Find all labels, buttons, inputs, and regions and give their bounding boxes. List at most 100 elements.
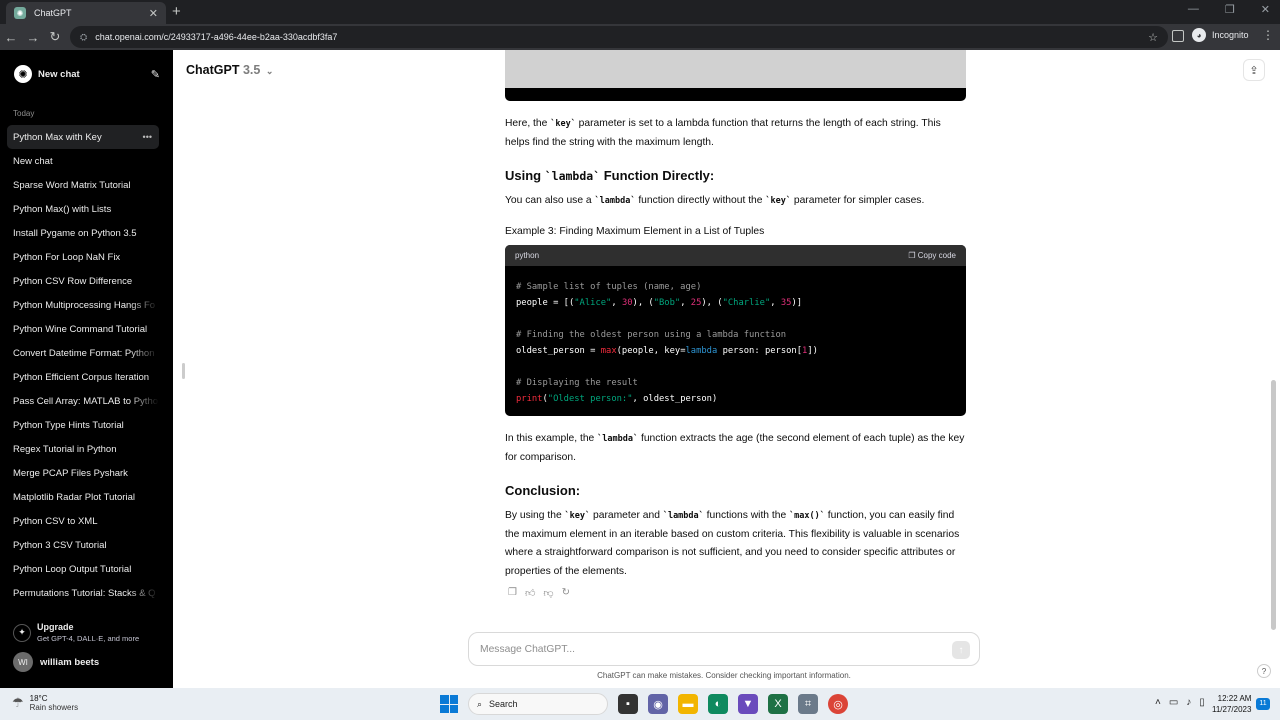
sidebar-item[interactable]: Python Efficient Corpus Iteration: [7, 365, 159, 389]
sidebar-item[interactable]: Python CSV to XML: [7, 509, 159, 533]
teams-chat-icon[interactable]: ◉: [648, 694, 668, 714]
text-span: By using the: [505, 510, 565, 521]
sidebar-item[interactable]: Pass Cell Array: MATLAB to Pytho: [7, 389, 159, 413]
folder-icon[interactable]: ▬: [678, 694, 698, 714]
file-explorer-dark-icon[interactable]: ▪: [618, 694, 638, 714]
thumbs-up-icon[interactable]: 👍︎: [525, 587, 535, 599]
chrome-icon[interactable]: ◎: [828, 694, 848, 714]
sidebar-item[interactable]: Python For Loop NaN Fix: [7, 245, 159, 269]
code-function: max: [600, 346, 617, 356]
example-title: Example 3: Finding Maximum Element in a …: [505, 226, 765, 237]
sidebar-item[interactable]: Python Type Hints Tutorial: [7, 413, 159, 437]
windows-start-icon[interactable]: [440, 695, 458, 713]
send-button[interactable]: ↑: [952, 641, 970, 659]
notification-badge[interactable]: 11: [1256, 698, 1270, 710]
incognito-indicator[interactable]: ◕ Incognito: [1192, 28, 1249, 42]
minimize-icon[interactable]: —: [1188, 3, 1199, 16]
sidebar-item[interactable]: Python Loop Output Tutorial: [7, 557, 159, 581]
new-tab-icon[interactable]: +: [172, 3, 181, 20]
browser-tab[interactable]: ✺ ChatGPT ✕: [6, 2, 166, 24]
upgrade-button[interactable]: ✦ Upgrade Get GPT-4, DALL·E, and more: [13, 622, 139, 643]
sidebar-item[interactable]: Regex Tutorial in Python: [7, 437, 159, 461]
sidebar-item[interactable]: Python 3 CSV Tutorial: [7, 533, 159, 557]
share-button[interactable]: ⇪: [1243, 59, 1265, 81]
copy-icon[interactable]: ❐: [508, 587, 517, 599]
sidebar-item-label: Python Wine Command Tutorial: [13, 323, 148, 335]
copy-code-button[interactable]: ❐ Copy code: [908, 251, 956, 260]
sidebar-item[interactable]: Permutations Tutorial: Stacks & Q: [7, 581, 159, 605]
weather-widget[interactable]: ☂ 18°C Rain showers: [12, 694, 78, 712]
fade-overlay: [129, 293, 159, 317]
close-tab-icon[interactable]: ✕: [149, 7, 158, 20]
new-chat-label: New chat: [38, 68, 80, 80]
sidebar-item[interactable]: Python Multiprocessing Hangs Fo: [7, 293, 159, 317]
clock[interactable]: 12:22 AM 11/27/2023: [1212, 693, 1251, 715]
volume-icon[interactable]: ♪: [1186, 697, 1191, 708]
close-window-icon[interactable]: ✕: [1261, 3, 1270, 16]
sidebar-item[interactable]: Python Wine Command Tutorial: [7, 317, 159, 341]
user-menu[interactable]: WI william beets: [13, 652, 99, 672]
chevron-up-icon[interactable]: ˄: [1155, 697, 1161, 708]
sidebar-item[interactable]: Sparse Word Matrix Tutorial: [7, 173, 159, 197]
taskbar-search[interactable]: ⌕ Search: [468, 693, 608, 715]
message-paragraph: In this example, the `lambda` function e…: [505, 430, 966, 467]
openai-logo-icon: ✺: [14, 65, 32, 83]
battery-icon[interactable]: ▯: [1199, 697, 1205, 708]
help-button[interactable]: ?: [1257, 664, 1271, 678]
code-token: )]: [791, 298, 803, 308]
new-chat-button[interactable]: ✺ New chat ✎: [8, 62, 160, 86]
browser-menu-icon[interactable]: ⋮: [1262, 28, 1274, 42]
back-icon[interactable]: ←: [0, 30, 22, 45]
reload-icon[interactable]: ↻: [44, 29, 66, 45]
sidebar-item[interactable]: Convert Datetime Format: Python: [7, 341, 159, 365]
heading-text: Function Directly:: [600, 168, 715, 183]
maximize-icon[interactable]: ❐: [1225, 3, 1235, 16]
edit-icon[interactable]: ✎: [151, 68, 160, 81]
sidebar-item[interactable]: Python Max with Key •••: [7, 125, 159, 149]
code-token: ), (: [701, 298, 723, 308]
sidebar-item[interactable]: Merge PCAP Files Pyshark: [7, 461, 159, 485]
code-number: 30: [621, 298, 633, 308]
sidebar-item-label: Python Loop Output Tutorial: [13, 563, 132, 575]
message-input[interactable]: Message ChatGPT... ↑: [468, 632, 980, 666]
forward-icon[interactable]: →: [22, 30, 44, 45]
vpn-icon[interactable]: ▼: [738, 694, 758, 714]
windows-taskbar: ☂ 18°C Rain showers ⌕ Search ▪ ◉ ▬ ◐ ▼ X …: [0, 688, 1280, 720]
sidebar-item[interactable]: Python Max() with Lists: [7, 197, 159, 221]
sidebar-item[interactable]: Matplotlib Radar Plot Tutorial: [7, 485, 159, 509]
side-panel-icon[interactable]: [1172, 30, 1184, 42]
url-text[interactable]: chat.openai.com/c/24933717-a496-44ee-b2a…: [95, 32, 337, 42]
code-string: "Oldest person:": [547, 394, 633, 404]
clock-date: 11/27/2023: [1212, 705, 1252, 714]
network-icon[interactable]: ▭: [1169, 697, 1178, 708]
sidebar-item[interactable]: Python CSV Row Difference: [7, 269, 159, 293]
bookmark-star-icon[interactable]: ☆: [1148, 31, 1158, 44]
sidebar-item[interactable]: New chat: [7, 149, 159, 173]
model-selector[interactable]: ChatGPT 3.5 ⌄: [186, 63, 273, 77]
text-span: parameter and: [590, 510, 663, 521]
edge-icon[interactable]: ◐: [708, 694, 728, 714]
regenerate-icon[interactable]: ↻: [562, 587, 570, 599]
code-token: ,: [770, 298, 781, 308]
heading-text: Using: [505, 168, 545, 183]
thumbs-down-icon[interactable]: 👎︎: [543, 587, 553, 599]
network-app-icon[interactable]: ⌗: [798, 694, 818, 714]
text-span: In this example, the: [505, 433, 598, 444]
code-token: , oldest_person): [632, 394, 718, 404]
section-heading: Using `lambda` Function Directly:: [505, 168, 714, 183]
sidebar-item[interactable]: Install Pygame on Python 3.5: [7, 221, 159, 245]
code-body: # Sample list of tuples (name, age) peop…: [505, 266, 966, 416]
more-options-icon[interactable]: •••: [143, 132, 152, 142]
sidebar-resize-handle[interactable]: [182, 363, 185, 379]
copy-label: Copy code: [917, 251, 956, 260]
site-info-icon[interactable]: ⛭: [80, 32, 87, 43]
code-block-overlay: [505, 50, 966, 88]
address-bar[interactable]: ⛭ chat.openai.com/c/24933717-a496-44ee-b…: [70, 26, 1168, 48]
excel-icon[interactable]: X: [768, 694, 788, 714]
window-controls: — ❐ ✕: [1188, 3, 1270, 16]
sidebar: ✺ New chat ✎ Today Python Max with Key ••…: [0, 50, 173, 688]
message-paragraph: By using the `key` parameter and `lambda…: [505, 507, 966, 581]
scrollbar[interactable]: [1271, 380, 1276, 630]
chat-history-list: Python Max with Key ••• New chat Sparse W…: [7, 125, 159, 605]
sidebar-item-label: Regex Tutorial in Python: [13, 443, 117, 455]
